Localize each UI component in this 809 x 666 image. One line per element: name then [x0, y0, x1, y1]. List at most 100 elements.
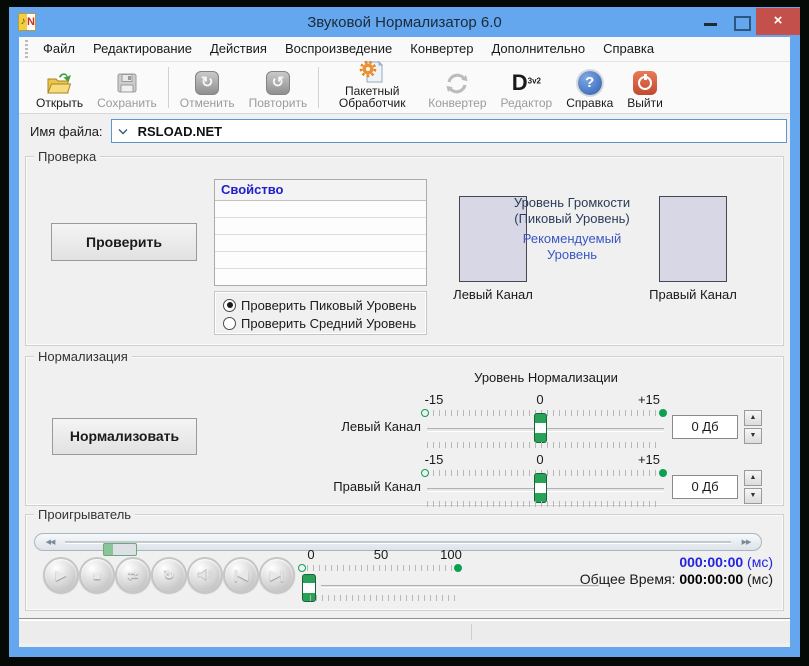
close-button[interactable]: × [756, 8, 800, 35]
seek-handle[interactable] [103, 543, 137, 556]
exit-button[interactable]: Выйти [620, 62, 670, 113]
slider-min-dot [421, 409, 429, 417]
titlebar: ♪ N Звуковой Нормализатор 6.0 × [9, 7, 800, 37]
window-controls: × [696, 7, 800, 35]
right-meter-label: Правый Канал [638, 287, 748, 302]
undo-button: ↻ Отменить [173, 62, 242, 113]
normalize-button[interactable]: Нормализовать [52, 418, 197, 455]
normalization-group: Нормализация Нормализовать Уровень Норма… [25, 356, 784, 506]
right-channel-label: Правый Канал [306, 479, 421, 494]
toolbar-label: Редактор [501, 97, 553, 109]
file-name-value: RSLOAD.NET [138, 124, 223, 139]
scale-mid-label: 0 [523, 452, 557, 467]
menu-converter[interactable]: Конвертер [401, 37, 482, 61]
redo-button: ↺ Повторить [242, 62, 315, 113]
tick-strip [427, 501, 660, 507]
screenshot-root: ♪ N Звуковой Нормализатор 6.0 × Файл Ред… [0, 0, 809, 666]
volume-level-line2: (Пиковый Уровень) [494, 211, 650, 227]
shuffle-button[interactable]: ⇄ [115, 557, 151, 593]
repeat-button[interactable]: ↻ [151, 557, 187, 593]
undo-arrow-icon: ↻ [195, 69, 219, 97]
next-track-icon: ▶| [270, 567, 284, 583]
app-letter-icon: N [27, 14, 35, 30]
next-track-button[interactable]: ▶| [259, 557, 295, 593]
menu-extra[interactable]: Дополнительно [482, 37, 594, 61]
recommended-level-link-line1[interactable]: Рекомендуемый [494, 231, 650, 247]
total-time-unit: (мс) [747, 571, 773, 587]
editor-button: D3v2 Редактор [494, 62, 560, 113]
music-note-icon: ♪ [19, 14, 27, 30]
right-channel-spin-down[interactable]: ▼ [744, 488, 762, 504]
right-channel-db-field[interactable]: 0 Дб [672, 475, 738, 499]
tick-strip [307, 565, 457, 571]
player-group: Проигрыватель ◀◀ ▶▶ ▶ ■ ⇄ ↻ [25, 514, 784, 611]
minimize-button[interactable] [696, 8, 726, 34]
radio-icon [223, 299, 236, 312]
right-channel-slider-handle[interactable] [534, 473, 547, 503]
stop-button[interactable]: ■ [79, 557, 115, 593]
left-channel-spin-up[interactable]: ▲ [744, 410, 762, 426]
recommended-level-link-line2[interactable]: Уровень [494, 247, 650, 263]
check-mode-panel: Проверить Пиковый Уровень Проверить Сред… [214, 291, 427, 335]
menu-edit[interactable]: Редактирование [84, 37, 201, 61]
menubar-gripper[interactable] [25, 40, 28, 58]
volume-level-line1: Уровень Громкости [494, 195, 650, 211]
seek-forward-icon[interactable]: ▶▶ [731, 538, 761, 546]
scale-mid-label: 0 [523, 392, 557, 407]
table-row [215, 201, 426, 218]
seek-bar[interactable]: ◀◀ ▶▶ [34, 533, 762, 551]
converter-arrows-icon [444, 69, 470, 97]
menubar: Файл Редактирование Действия Воспроизвед… [19, 37, 790, 62]
menu-help[interactable]: Справка [594, 37, 663, 61]
volume-slider-track[interactable] [321, 585, 599, 588]
open-button[interactable]: Открыть [29, 62, 90, 113]
volume-scale-100: 100 [436, 547, 466, 562]
check-button[interactable]: Проверить [51, 223, 197, 261]
seek-groove[interactable] [65, 541, 731, 544]
toolbar-label: Пакетный Обработчик [330, 85, 414, 109]
left-channel-spin-down[interactable]: ▼ [744, 428, 762, 444]
volume-scale-0: 0 [296, 547, 326, 562]
file-name-combobox[interactable]: RSLOAD.NET [111, 119, 787, 143]
radio-average-level[interactable]: Проверить Средний Уровень [223, 314, 426, 332]
volume-level-info: Уровень Громкости (Пиковый Уровень) Реко… [494, 195, 650, 263]
volume-button[interactable] [187, 557, 223, 593]
volume-max-dot [454, 564, 462, 572]
right-channel-spin-up[interactable]: ▲ [744, 470, 762, 486]
help-button[interactable]: ? Справка [559, 62, 620, 113]
menu-actions[interactable]: Действия [201, 37, 276, 61]
scale-max-label: +15 [632, 392, 666, 407]
app-window: ♪ N Звуковой Нормализатор 6.0 × Файл Ред… [9, 7, 800, 657]
current-time: 000:00:00 [679, 554, 743, 570]
right-channel-meter [659, 196, 727, 282]
radio-icon [223, 317, 236, 330]
redo-arrow-icon: ↺ [266, 69, 290, 97]
left-channel-slider-handle[interactable] [534, 413, 547, 443]
play-button[interactable]: ▶ [43, 557, 79, 593]
check-group: Проверка Проверить Свойство Проверить Пи… [25, 156, 784, 346]
left-channel-db-field[interactable]: 0 Дб [672, 415, 738, 439]
batch-processor-gear-icon [359, 59, 385, 85]
property-table-header: Свойство [215, 180, 426, 201]
toolbar: Открыть Сохранить ↻ Отменить [19, 62, 790, 114]
repeat-icon: ↻ [164, 567, 175, 583]
radio-peak-level[interactable]: Проверить Пиковый Уровень [223, 296, 426, 314]
save-floppy-icon [116, 69, 138, 97]
toolbar-label: Отменить [180, 97, 235, 109]
batch-processor-button[interactable]: Пакетный Обработчик [323, 62, 421, 113]
menu-file[interactable]: Файл [34, 37, 84, 61]
chevron-down-icon[interactable] [118, 128, 128, 135]
total-time-label: Общее Время: [580, 571, 676, 587]
statusbar-divider [471, 624, 472, 640]
tick-strip [427, 442, 660, 448]
seek-back-icon[interactable]: ◀◀ [35, 538, 65, 546]
app-icon: ♪ N [18, 13, 36, 31]
previous-track-button[interactable]: |◀ [223, 557, 259, 593]
volume-min-dot [298, 564, 306, 572]
exit-power-icon [633, 69, 657, 97]
table-row [215, 235, 426, 252]
menu-playback[interactable]: Воспроизведение [276, 37, 401, 61]
volume-scale-50: 50 [366, 547, 396, 562]
slider-max-dot [659, 409, 667, 417]
maximize-button[interactable] [726, 8, 756, 34]
